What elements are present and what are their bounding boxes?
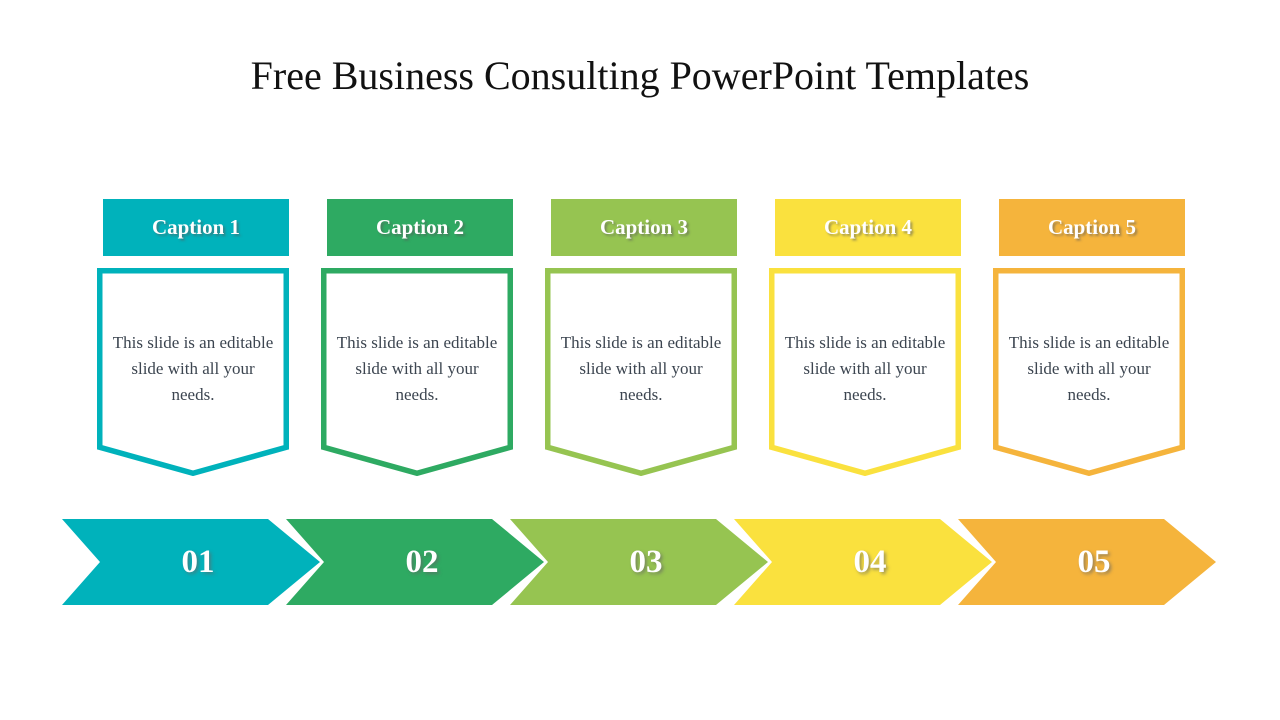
caption-header-4[interactable]: Caption 4 xyxy=(775,199,961,256)
shield-shape-4: This slide is an editable slide with all… xyxy=(769,268,961,476)
arrow-step-3[interactable]: 03 xyxy=(510,519,768,605)
arrow-step-5[interactable]: 05 xyxy=(958,519,1216,605)
slide-canvas: Free Business Consulting PowerPoint Temp… xyxy=(0,0,1280,720)
shield-shape-2: This slide is an editable slide with all… xyxy=(321,268,513,476)
caption-header-5[interactable]: Caption 5 xyxy=(999,199,1185,256)
column-5: Caption 5 This slide is an editable slide… xyxy=(993,199,1185,479)
column-1: Caption 1 This slide is an editable slide… xyxy=(97,199,289,479)
column-2: Caption 2 This slide is an editable slide… xyxy=(321,199,513,479)
arrow-step-1[interactable]: 01 xyxy=(62,519,320,605)
caption-header-1[interactable]: Caption 1 xyxy=(103,199,289,256)
arrow-step-4[interactable]: 04 xyxy=(734,519,992,605)
caption-label-2: Caption 2 xyxy=(375,215,465,239)
shield-body-text-5: This slide is an editable slide with all… xyxy=(1008,333,1170,404)
shield-shape-5: This slide is an editable slide with all… xyxy=(993,268,1185,476)
caption-label-5: Caption 5 xyxy=(1047,215,1137,239)
shield-body-text-4: This slide is an editable slide with all… xyxy=(784,333,946,404)
arrow-number-5: 05 xyxy=(1077,543,1111,580)
column-3: Caption 3 This slide is an editable slide… xyxy=(545,199,737,479)
shield-body-text-1: This slide is an editable slide with all… xyxy=(112,333,274,404)
page-title: Free Business Consulting PowerPoint Temp… xyxy=(250,53,1030,98)
shield-shape-3: This slide is an editable slide with all… xyxy=(545,268,737,476)
caption-label-4: Caption 4 xyxy=(823,215,913,239)
caption-header-2[interactable]: Caption 2 xyxy=(327,199,513,256)
caption-label-1: Caption 1 xyxy=(151,215,241,239)
shield-shape-1: This slide is an editable slide with all… xyxy=(97,268,289,476)
arrow-number-3: 03 xyxy=(629,543,663,580)
shield-body-text-2: This slide is an editable slide with all… xyxy=(336,333,498,404)
arrow-number-2: 02 xyxy=(405,543,439,580)
arrow-number-1: 01 xyxy=(181,543,215,580)
arrow-number-4: 04 xyxy=(853,543,887,580)
column-4: Caption 4 This slide is an editable slide… xyxy=(769,199,961,479)
arrow-step-2[interactable]: 02 xyxy=(286,519,544,605)
caption-header-3[interactable]: Caption 3 xyxy=(551,199,737,256)
caption-label-3: Caption 3 xyxy=(599,215,689,239)
shield-body-text-3: This slide is an editable slide with all… xyxy=(560,333,722,404)
